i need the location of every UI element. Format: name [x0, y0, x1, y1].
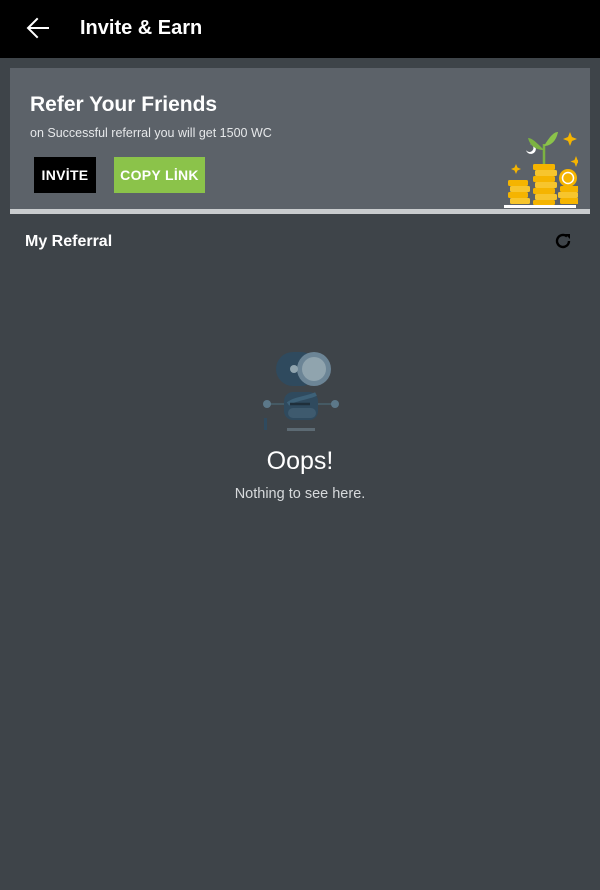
back-button[interactable] [22, 13, 54, 43]
page-title: Invite & Earn [80, 17, 203, 39]
refresh-button[interactable] [552, 230, 574, 252]
robot-icon [263, 352, 339, 431]
refer-subtitle: on Successful referral you will get 1500… [30, 126, 272, 140]
app-bar: Invite & Earn [0, 0, 600, 58]
invite-button[interactable]: INVİTE [34, 157, 96, 193]
arrow-left-icon [26, 17, 49, 39]
my-referral-title: My Referral [25, 233, 113, 250]
refer-title: Refer Your Friends [30, 93, 218, 116]
refresh-icon [555, 233, 571, 249]
empty-state-title: Oops! [266, 447, 334, 475]
coin-stack-plant-icon [504, 132, 578, 208]
empty-state-message: Nothing to see here. [234, 486, 366, 502]
refer-card: Refer Your Friends on Successful referra… [10, 68, 590, 214]
copy-link-button[interactable]: COPY LİNK [114, 157, 205, 193]
